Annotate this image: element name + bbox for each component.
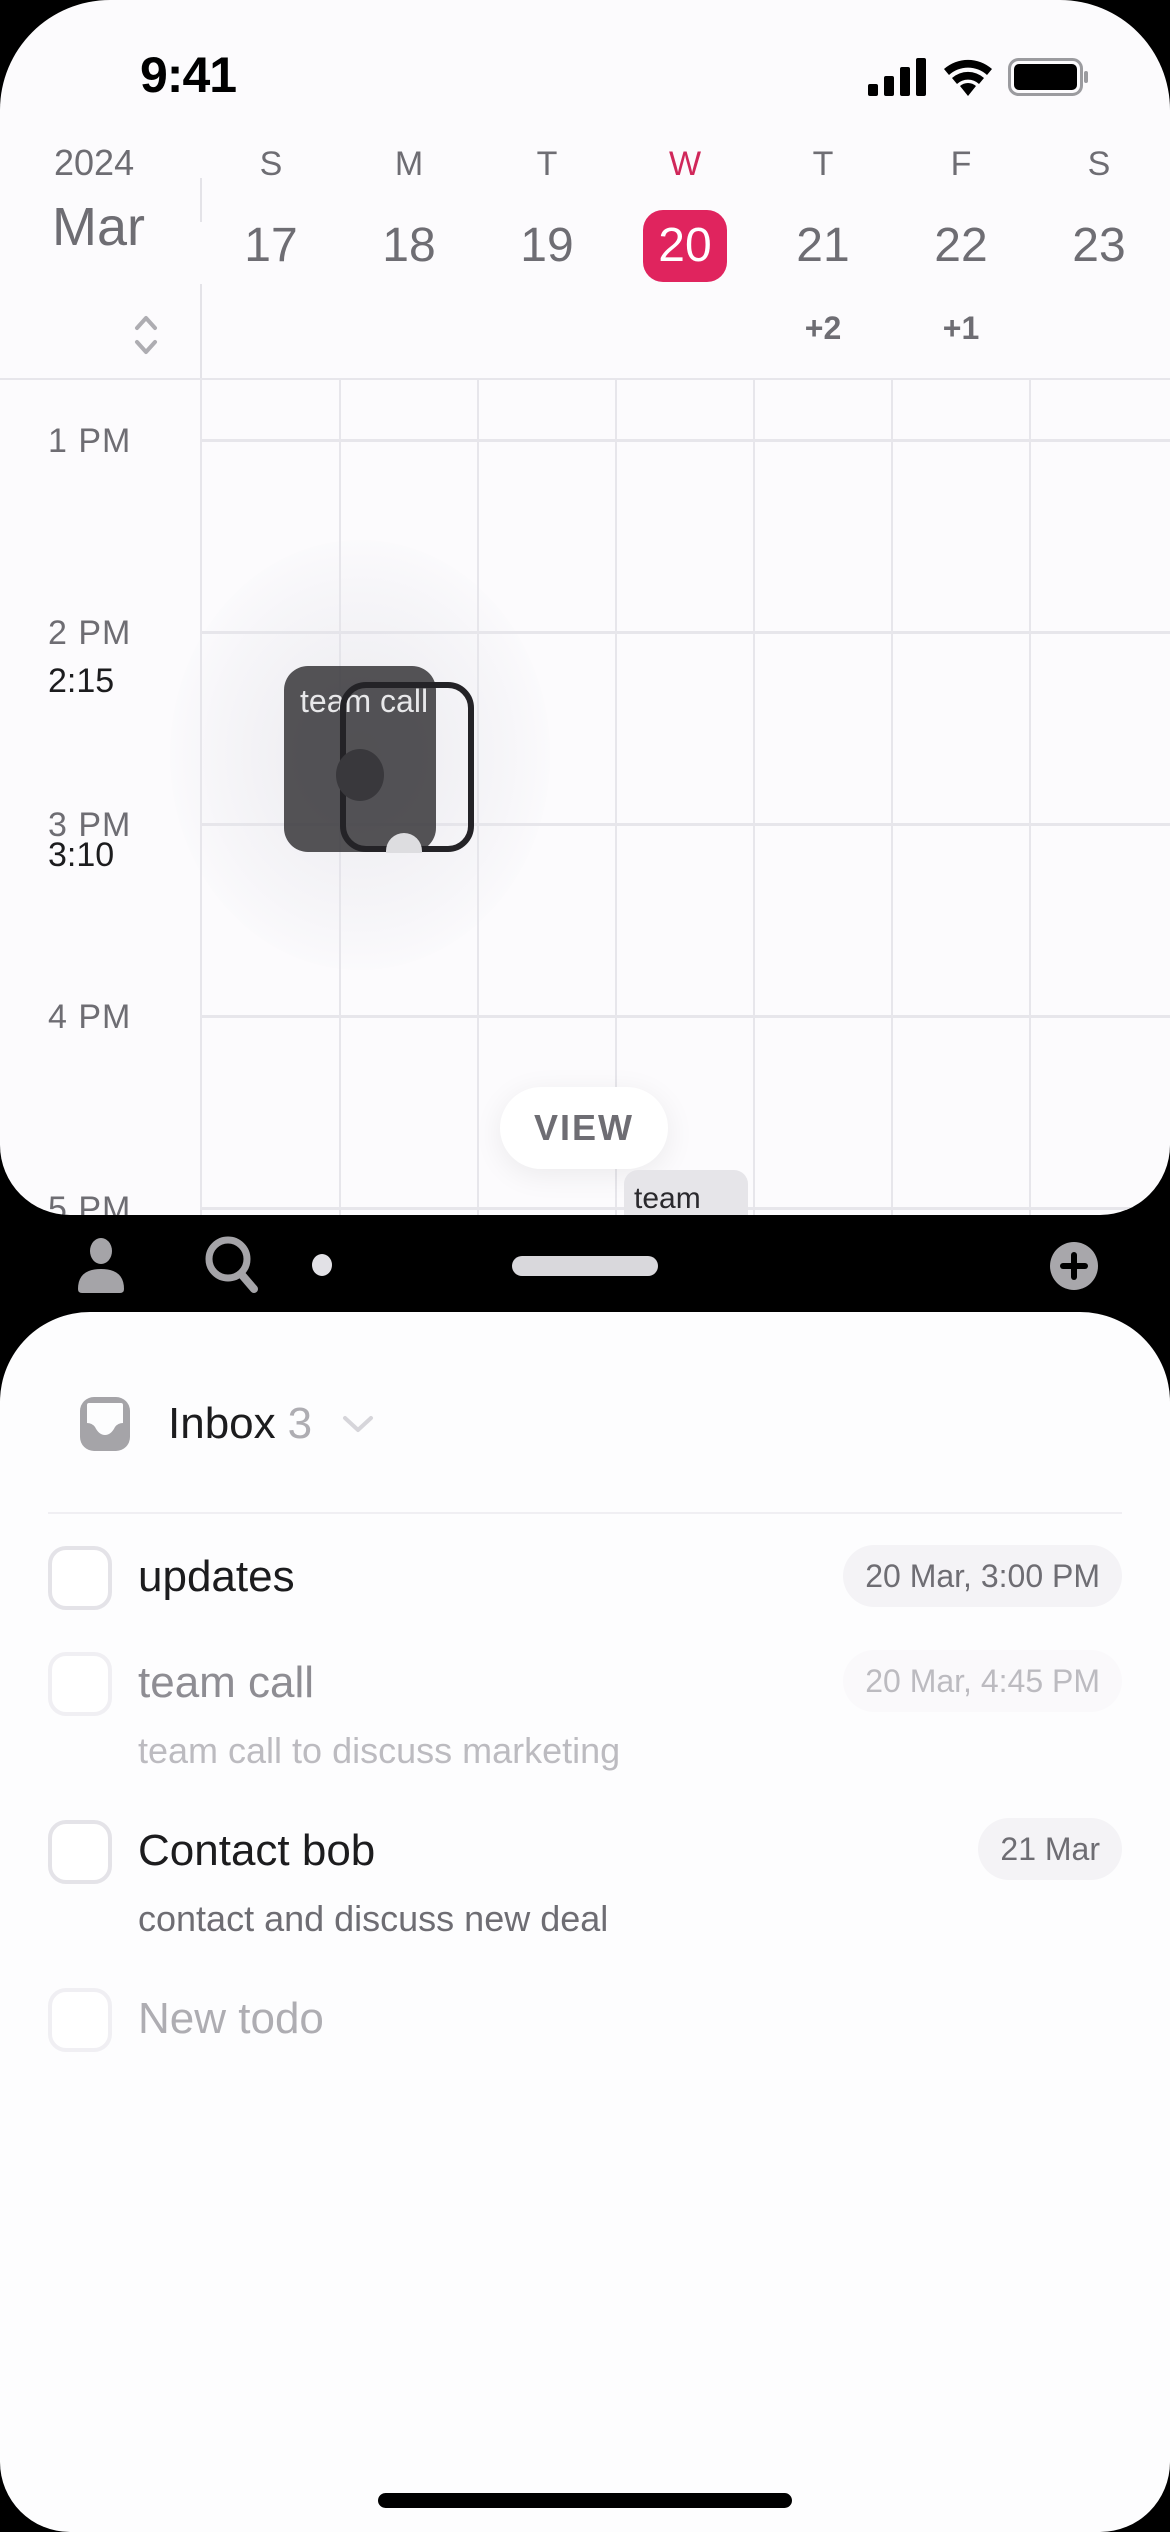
day-number: 22: [934, 219, 988, 272]
battery-icon: [1008, 58, 1088, 96]
all-day-more-count[interactable]: +2: [754, 310, 892, 347]
inbox-title: Inbox: [168, 1399, 276, 1448]
grid-line: [1029, 380, 1031, 1215]
inbox-count: 3: [287, 1399, 313, 1448]
today-badge: 20: [643, 210, 727, 282]
inbox-sheet: Inbox 3 updates 20 Mar, 3:00 PM team cal…: [0, 1312, 1170, 2532]
day-column-header[interactable]: F 22: [892, 140, 1030, 282]
todo-note: team call to discuss marketing: [138, 1730, 621, 1771]
inbox-selector[interactable]: Inbox 3: [80, 1394, 374, 1454]
person-icon[interactable]: [76, 1237, 126, 1293]
day-column-header[interactable]: S 17: [202, 140, 340, 282]
view-button[interactable]: VIEW: [500, 1087, 668, 1169]
hour-label: 4 PM: [48, 998, 132, 1036]
day-column-header[interactable]: T 21: [754, 140, 892, 282]
hour-label: 5 PM: [48, 1190, 132, 1215]
chevron-down-icon: [343, 1416, 374, 1432]
todo-checkbox[interactable]: [48, 1820, 112, 1884]
day-column-header[interactable]: M 18: [340, 140, 478, 282]
todo-title: Contact bob: [138, 1826, 376, 1875]
day-column-header[interactable]: T 19: [478, 140, 616, 282]
calendar-panel: 9:41 2024 Mar S 17 M 18 T 19 W 20 T 21 F…: [0, 0, 1170, 1215]
month-label[interactable]: Mar: [52, 196, 145, 258]
grid-line: [753, 380, 755, 1215]
new-todo-input[interactable]: New todo: [138, 1994, 324, 2044]
home-indicator[interactable]: [378, 2493, 792, 2508]
day-number: 18: [382, 219, 436, 272]
year-label: 2024: [54, 142, 135, 183]
grid-line: [891, 380, 893, 1215]
day-of-week: F: [950, 145, 972, 183]
todo-title: team call: [138, 1658, 315, 1707]
todo-checkbox[interactable]: [48, 1546, 112, 1610]
day-of-week: T: [536, 145, 558, 183]
day-number: 17: [244, 219, 298, 272]
week-header: 2024 Mar S 17 M 18 T 19 W 20 T 21 F 22 S: [0, 140, 1170, 380]
todo-checkbox[interactable]: [48, 1652, 112, 1716]
search-icon[interactable]: [204, 1235, 260, 1295]
drag-end-time: 3:10: [48, 836, 115, 874]
todo-date-badge[interactable]: 20 Mar, 3:00 PM: [843, 1545, 1122, 1607]
hour-label: 2 PM: [48, 614, 132, 652]
day-of-week: W: [668, 145, 702, 183]
add-button[interactable]: [1050, 1242, 1098, 1290]
cellular-signal-icon: [868, 58, 926, 96]
todo-date-badge[interactable]: 20 Mar, 4:45 PM: [843, 1650, 1122, 1712]
day-number: 23: [1072, 219, 1126, 272]
day-number: 19: [520, 219, 574, 272]
touch-point-indicator: [336, 749, 384, 801]
day-of-week: M: [394, 145, 424, 183]
sheet-drag-handle[interactable]: [512, 1256, 658, 1276]
hour-line: [202, 439, 1170, 442]
day-number: 21: [796, 219, 850, 272]
todo-title: updates: [138, 1552, 295, 1601]
status-time: 9:41: [140, 47, 237, 103]
expand-collapse-icon[interactable]: [132, 310, 160, 360]
day-of-week: T: [812, 145, 834, 183]
bottom-toolbar: [0, 1215, 1170, 1312]
status-bar: 9:41: [0, 0, 1170, 140]
hour-line: [202, 1015, 1170, 1018]
calendar-event[interactable]: team: [624, 1170, 748, 1215]
todo-date-badge[interactable]: 21 Mar: [978, 1818, 1122, 1880]
todo-checkbox: [48, 1988, 112, 2052]
todo-note: contact and discuss new deal: [138, 1898, 609, 1939]
day-column-header-today[interactable]: W 20: [616, 140, 754, 282]
day-of-week: S: [1087, 145, 1111, 183]
page-dot-indicator: [312, 1254, 332, 1276]
header-divider: [200, 284, 202, 380]
plus-icon: [1060, 1252, 1088, 1280]
day-column-header[interactable]: S 23: [1030, 140, 1168, 282]
hour-label: 1 PM: [48, 422, 132, 460]
event-title: team: [634, 1182, 701, 1215]
inbox-divider: [48, 1512, 1122, 1514]
inbox-tray-icon: [80, 1397, 130, 1451]
day-of-week: S: [259, 145, 283, 183]
drag-start-time: 2:15: [48, 662, 115, 700]
wifi-icon: [944, 59, 992, 96]
status-icons: [868, 58, 1090, 96]
all-day-more-count[interactable]: +1: [892, 310, 1030, 347]
